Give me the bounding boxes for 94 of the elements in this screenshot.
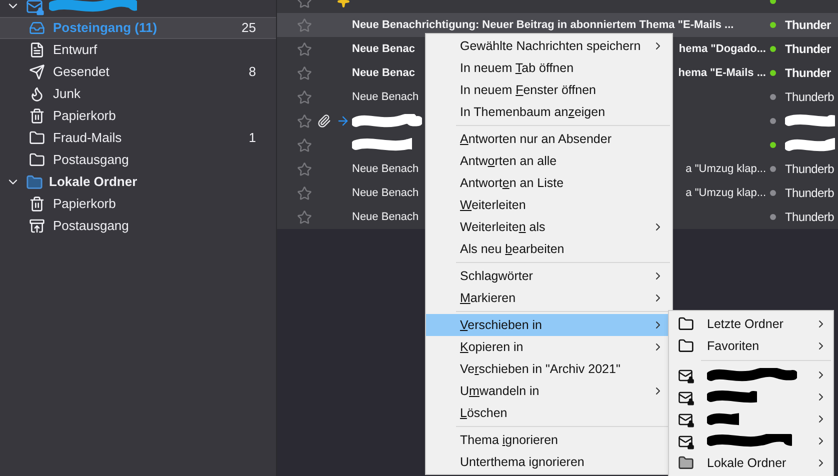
folder-item[interactable]: Postausgang	[0, 215, 276, 237]
folder-icon	[29, 130, 45, 146]
menu-item[interactable]: Letzte Ordner	[669, 313, 833, 335]
menu-item[interactable]: Lokale Ordner	[669, 452, 833, 474]
star-icon[interactable]	[297, 138, 312, 152]
folder-item[interactable]: Gesendet 8	[0, 61, 276, 83]
menu-item[interactable]: Als neu bearbeiten	[426, 238, 672, 260]
paper-plane-icon	[29, 64, 45, 80]
folder-label: Fraud-Mails	[53, 129, 123, 148]
folder-label: Papierkorb	[53, 107, 117, 126]
message-subject: hema "E-Mails ...	[678, 66, 766, 81]
mail-lock-icon	[678, 412, 693, 426]
menu-item[interactable]: In neuem Tab öffnen	[426, 57, 672, 79]
star-icon[interactable]	[297, 66, 312, 80]
folder-icon	[678, 338, 694, 354]
menu-item[interactable]: In Themenbaum anzeigen	[426, 101, 672, 123]
menu-item[interactable]: Schlagwörter	[426, 265, 672, 287]
folder-label: Papierkorb	[53, 195, 117, 214]
selected-message-row[interactable]: Neue Benachrichtigung: Neuer Beitrag in abonniertem Thema "E-Mails ... Thunder	[277, 13, 838, 37]
folder-name[interactable]: Lokale Ordner	[49, 172, 138, 192]
message-subject: Neue Benachrichtigung: Neuer Beitrag in abonniertem Thema "E-Mails ...	[352, 18, 734, 33]
message-correspondent: Thunder	[785, 42, 831, 56]
mail-lock-icon	[678, 434, 693, 448]
star-icon[interactable]	[297, 18, 312, 32]
message-subject: a "Umzug klap...	[686, 162, 766, 177]
star-icon[interactable]	[297, 90, 312, 104]
tray-upload-icon	[29, 218, 45, 234]
folder-item[interactable]: Fraud-Mails 1	[0, 127, 276, 149]
message-subject: Neue Benach	[352, 162, 419, 177]
trash-icon	[29, 196, 45, 212]
message-subject: Neue Benac	[352, 42, 415, 57]
message-subject: hema "Dogado...	[678, 42, 766, 57]
message-correspondent: Thunderb	[785, 162, 834, 176]
menu-item[interactable]: Markieren	[426, 287, 672, 309]
message-correspondent: Thunderb	[785, 186, 834, 200]
menu-item[interactable]: Gewählte Nachrichten speichern	[426, 35, 672, 57]
message-correspondent: Thunder	[785, 66, 831, 80]
menu-item[interactable]: Kopieren in	[426, 336, 672, 358]
star-icon[interactable]	[297, 42, 312, 56]
folder-label: Gesendet	[53, 63, 110, 82]
trash-icon	[29, 108, 45, 124]
message-correspondent: Thunder	[785, 18, 831, 32]
message-subject: Neue Benach	[352, 210, 419, 225]
star-icon[interactable]	[297, 162, 312, 176]
star-icon[interactable]	[297, 114, 312, 128]
menu-item[interactable]: Favoriten	[669, 335, 833, 357]
menu-item[interactable]: Antworten an Liste	[426, 172, 672, 194]
folder-item[interactable]: Postausgang	[0, 149, 276, 171]
message-count: 1	[248, 129, 256, 148]
menu-item[interactable]: Verschieben in "Archiv 2021"	[426, 358, 672, 380]
star-icon[interactable]	[297, 186, 312, 200]
folder-item[interactable]: Papierkorb	[0, 105, 276, 127]
menu-item-label: Lokale Ordner	[707, 454, 786, 472]
menu-item[interactable]: Weiterleiten als	[426, 216, 672, 238]
folder-label: Postausgang	[53, 217, 130, 236]
message-count: 8	[248, 63, 256, 82]
menu-item[interactable]: In neuem Fenster öffnen	[426, 79, 672, 101]
flame-icon	[29, 86, 45, 102]
menu-item[interactable]: Weiterleiten	[426, 194, 672, 216]
mail-lock-icon	[26, 0, 43, 14]
message-correspondent: Thunderb	[785, 210, 834, 224]
message-subject: Neue Benach	[352, 186, 419, 201]
folder-label: Junk	[53, 85, 82, 104]
folder-item[interactable]: Junk	[0, 83, 276, 105]
mail-lock-icon	[678, 368, 693, 382]
folder-icon	[678, 455, 694, 471]
folder-label: Entwurf	[53, 41, 98, 60]
message-count: 25	[242, 19, 256, 38]
folder-icon	[29, 152, 45, 168]
redaction-mark	[785, 138, 835, 152]
redaction-mark	[785, 114, 835, 128]
document-icon	[29, 42, 45, 58]
star-icon[interactable]	[297, 210, 312, 224]
folder-item[interactable]: Posteingang (11) 25	[0, 17, 276, 39]
folder-item[interactable]: Papierkorb	[0, 193, 276, 215]
menu-item[interactable]: Unterthema ignorieren	[426, 451, 672, 473]
folder-icon	[678, 316, 694, 332]
mail-lock-icon	[678, 390, 693, 404]
menu-item[interactable]: Umwandeln in	[426, 380, 672, 402]
menu-item[interactable]: Löschen	[426, 402, 672, 424]
folder-label: Postausgang	[53, 151, 130, 170]
message-subject: a "Umzug klap...	[686, 186, 766, 201]
folder-item[interactable]: Entwurf	[0, 39, 276, 61]
menu-item-label: Letzte Ordner	[707, 316, 784, 333]
menu-item-label: Favoriten	[707, 338, 760, 355]
menu-item[interactable]: Antworten an alle	[426, 150, 672, 172]
message-subject: Neue Benac	[352, 66, 415, 81]
menu-item[interactable]: Thema ignorieren	[426, 429, 672, 451]
message-correspondent: Thunderb	[785, 90, 834, 104]
inbox-icon	[29, 20, 45, 36]
message-subject: Neue Benach	[352, 90, 419, 105]
folder-icon	[26, 174, 43, 190]
folder-label: Posteingang (11)	[53, 19, 158, 38]
menu-item[interactable]: Antworten nur an Absender	[426, 128, 672, 150]
